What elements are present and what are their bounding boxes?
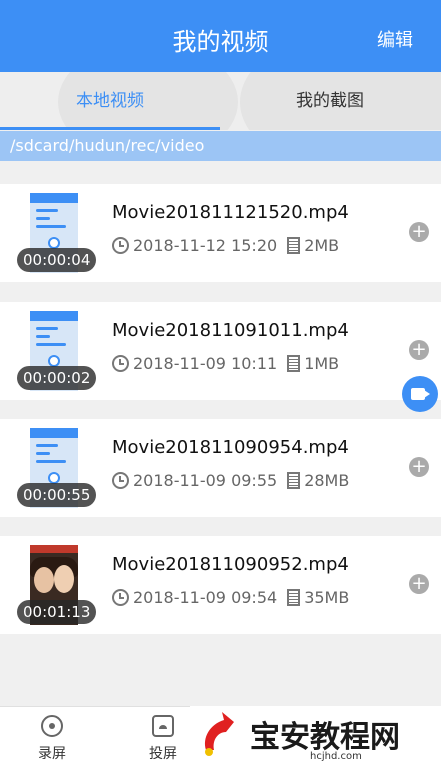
- add-icon[interactable]: +: [409, 457, 429, 477]
- duration-badge: 00:00:04: [17, 248, 97, 272]
- floating-record-button[interactable]: [402, 376, 438, 412]
- nav-record-label: 录屏: [38, 746, 66, 762]
- nav-record[interactable]: 录屏: [22, 715, 82, 763]
- add-icon[interactable]: +: [409, 340, 429, 360]
- video-datetime: 2018-11-12 15:20: [133, 235, 278, 255]
- file-size-icon: [287, 471, 301, 489]
- cast-icon: [152, 715, 174, 737]
- clock-icon: [112, 471, 129, 489]
- video-datetime: 2018-11-09 09:54: [133, 587, 278, 607]
- video-camera-icon: [410, 388, 425, 400]
- tab-my-screenshots[interactable]: 我的截图: [220, 72, 440, 130]
- duration-badge: 00:01:13: [17, 600, 97, 624]
- video-size: 2MB: [304, 235, 340, 255]
- video-filename: Movie201811090952.mp4: [112, 554, 349, 575]
- file-size-icon: [287, 236, 301, 254]
- clock-icon: [112, 588, 129, 606]
- nav-cast[interactable]: 投屏: [133, 715, 193, 763]
- clock-icon: [112, 354, 129, 372]
- video-list-item[interactable]: 00:00:04 Movie201811121520.mp4 2018-11-1…: [0, 184, 441, 282]
- file-size-icon: [287, 588, 301, 606]
- add-icon[interactable]: +: [409, 574, 429, 594]
- video-datetime: 2018-11-09 09:55: [133, 470, 278, 490]
- add-icon[interactable]: +: [409, 222, 429, 242]
- path-breadcrumb: /sdcard/hudun/rec/video: [0, 131, 441, 161]
- tab-local-videos[interactable]: 本地视频: [0, 72, 220, 130]
- page-title: 我的视频: [172, 28, 269, 56]
- record-icon: [41, 715, 63, 737]
- video-size: 35MB: [304, 587, 350, 607]
- video-datetime: 2018-11-09 10:11: [133, 353, 278, 373]
- site-watermark: 宝安教程网 hcjhd.com: [190, 706, 441, 772]
- duration-badge: 00:00:02: [17, 366, 97, 390]
- video-filename: Movie201811121520.mp4: [112, 202, 349, 223]
- watermark-url: hcjhd.com: [310, 751, 362, 762]
- app-header: 我的视频 编辑: [0, 0, 441, 72]
- tab-bar: 本地视频 我的截图: [0, 72, 441, 130]
- video-filename: Movie201811090954.mp4: [112, 437, 349, 458]
- video-filename: Movie201811091011.mp4: [112, 320, 349, 341]
- video-list-item[interactable]: 00:01:13 Movie201811090952.mp4 2018-11-0…: [0, 536, 441, 634]
- video-list-item[interactable]: 00:00:02 Movie201811091011.mp4 2018-11-0…: [0, 302, 441, 400]
- watermark-logo-icon: [204, 712, 234, 756]
- duration-badge: 00:00:55: [17, 483, 97, 507]
- clock-icon: [112, 236, 129, 254]
- edit-button[interactable]: 编辑: [377, 26, 413, 52]
- video-size: 1MB: [304, 353, 340, 373]
- video-size: 28MB: [304, 470, 350, 490]
- watermark-text: 宝安教程网: [250, 720, 400, 755]
- video-list-item[interactable]: 00:00:55 Movie201811090954.mp4 2018-11-0…: [0, 419, 441, 517]
- nav-cast-label: 投屏: [149, 746, 177, 762]
- file-size-icon: [287, 354, 301, 372]
